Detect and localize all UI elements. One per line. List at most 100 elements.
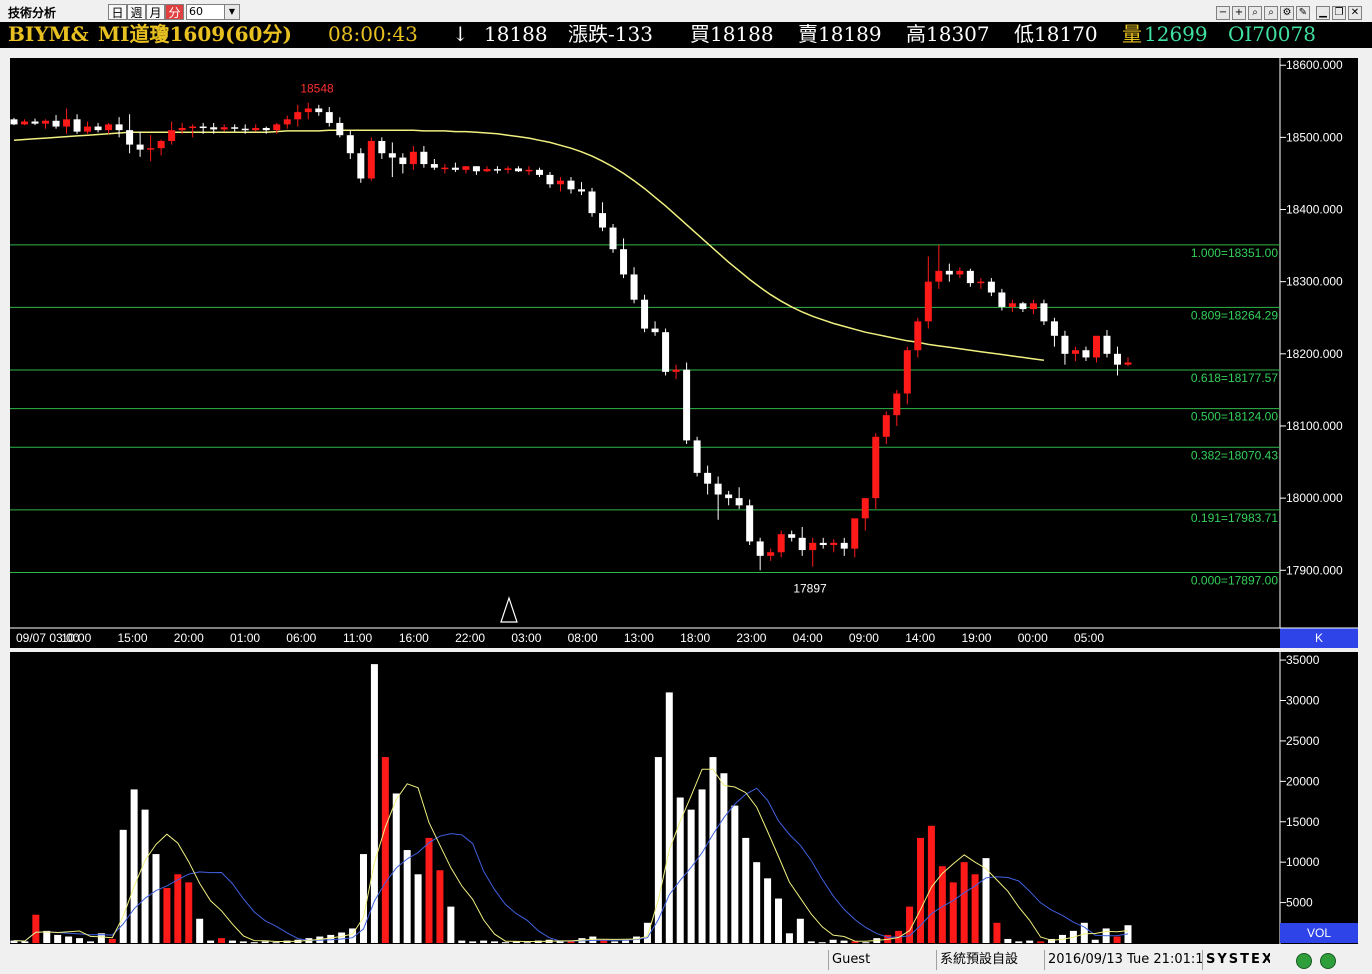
candle-body-39 [420,151,428,165]
period-day-button[interactable]: 日 [108,4,127,20]
ask-price: 賣18189 [798,22,882,46]
candle-body-66 [704,472,712,484]
y-tick-label-4: 18200.000 [1286,347,1343,361]
x-tick-label-19: 05:00 [1074,631,1104,645]
vol-tick-label-2: 25000 [1286,734,1320,748]
zoom-in-icon[interactable]: + [1232,6,1246,20]
candle-body-59 [630,274,638,300]
x-tick-label-3: 20:00 [174,631,204,645]
volume-bar-21 [239,941,247,943]
volume-bar-64 [709,757,717,943]
candle-body-87 [924,281,932,322]
volume-bar-23 [261,941,269,943]
candle-body-45 [483,169,491,172]
volume-bar-70 [775,898,783,943]
candle-body-67 [714,483,722,495]
x-tick-label-11: 13:00 [624,631,654,645]
low-annotation: 17897 [793,581,827,595]
candle-body-40 [430,164,438,168]
candle-body-36 [388,153,396,158]
vol-tick-label-0: 35000 [1286,653,1320,667]
candle-body-29 [315,108,323,113]
chart-area[interactable]: K VOL 1.000=18351.00 0.809=18264.29 0.618=… [0,48,1372,948]
volume-plot-area[interactable] [10,652,1280,944]
candle-body-86 [914,321,922,351]
candle-body-106 [1124,362,1132,365]
volume-bar-16 [185,882,193,943]
bid-price: 買18188 [690,22,774,46]
candle-body-103 [1092,335,1100,358]
minimize-icon[interactable]: ▁ [1316,6,1330,20]
candle-body-92 [977,281,985,284]
volume-bar-67 [742,837,750,943]
candle-body-2 [31,121,39,124]
interval-select[interactable]: 60 ▼ [186,4,240,20]
candle-body-18 [199,126,207,129]
zoom-out-icon[interactable]: − [1216,6,1230,20]
candle-body-57 [609,227,617,250]
volume-bar-20 [228,940,236,943]
volume-bar-62 [687,809,695,943]
candle-body-99 [1050,321,1058,336]
candle-body-3 [42,120,50,124]
candle-body-55 [588,191,596,214]
candle-62 [662,328,670,376]
titlebar: 技術分析 日 週 月 分 60 ▼ − + ⌕ ⌕ ⚙ ✎ ▁ ❐ ✕ [0,0,1372,22]
y-tick-label-0: 18600.000 [1286,58,1343,72]
candle-57 [609,223,617,253]
symbol-code: BIYM& [8,22,89,46]
period-week-button[interactable]: 週 [127,4,146,20]
volume-bar-78 [862,942,870,944]
tool-icon[interactable]: ✎ [1296,6,1310,20]
candle-60 [641,294,649,333]
candle-body-94 [998,292,1006,307]
candle-body-82 [872,436,880,499]
volume-bar-72 [796,918,804,943]
settings-icon[interactable]: ⚙ [1280,6,1294,20]
candle-body-7 [84,126,92,132]
candle-body-38 [409,151,417,165]
price-change: 漲跌-133 [568,22,653,46]
restore-icon[interactable]: ❐ [1332,6,1346,20]
magnifier-icon[interactable]: ⌕ [1248,6,1262,20]
connection-indicator-icon [1296,953,1312,969]
candle-body-105 [1113,353,1121,365]
candle-body-100 [1061,335,1069,354]
volume-bar-39 [436,870,444,943]
volume-bar-19 [218,938,226,943]
vol-tick-label-3: 20000 [1286,774,1320,788]
candle-body-21 [231,127,239,129]
volume-bar-74 [818,942,826,944]
volume-bar-73 [807,941,815,943]
y-tick-label-5: 18100.000 [1286,419,1343,433]
candle-body-28 [304,108,312,113]
candle-body-14 [157,140,165,149]
candle-33 [357,148,365,183]
candle-body-27 [294,112,302,120]
price-plot-area[interactable] [10,58,1280,628]
candle-body-80 [851,518,859,549]
close-icon[interactable]: ✕ [1348,6,1362,20]
chevron-down-icon[interactable]: ▼ [224,5,239,19]
period-minute-button[interactable]: 分 [165,4,184,20]
x-tick-label-1: 10:00 [61,631,91,645]
volume-bar-18 [207,940,215,943]
candle-body-4 [52,120,60,127]
candle-body-98 [1040,303,1048,322]
y-tick-label-1: 18500.000 [1286,130,1343,144]
candle-body-23 [252,127,260,131]
volume-bar-86 [949,882,957,943]
search-icon[interactable]: ⌕ [1264,6,1278,20]
volume-bar-24 [272,942,280,944]
volume-bar-51 [567,941,575,943]
volume-bar-66 [731,805,739,943]
candle-body-73 [777,534,785,553]
period-month-button[interactable]: 月 [146,4,165,20]
candle-body-63 [672,369,680,372]
volume-bar-43 [480,940,488,943]
high-price: 高18307 [906,22,990,46]
candle-body-75 [798,537,806,551]
volume-bar-9 [108,938,116,943]
volume-bar-12 [141,809,149,943]
open-interest: OI70078 [1228,22,1316,46]
